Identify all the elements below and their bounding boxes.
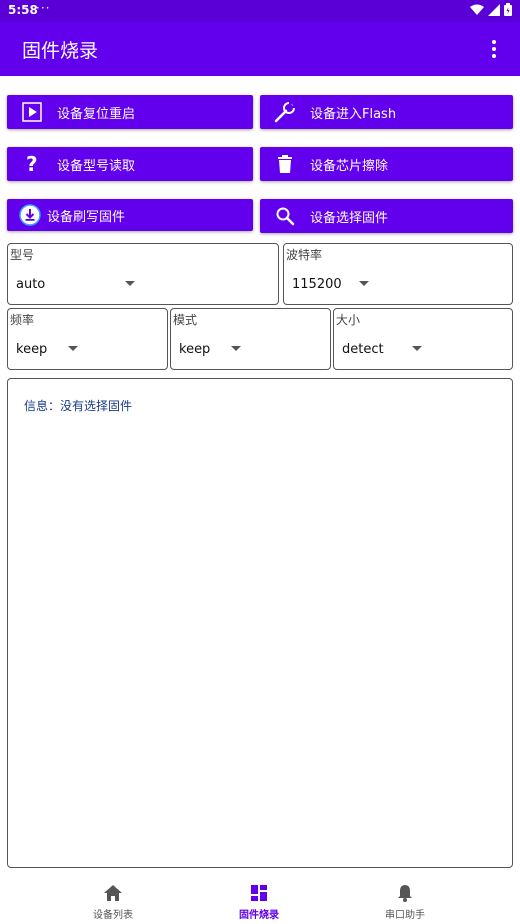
chevron-down-icon [125,281,135,286]
battery-icon [504,3,512,16]
wifi-icon [470,4,484,15]
chevron-down-icon [359,281,369,286]
status-time: 5:58 [8,3,38,17]
reset-device-button[interactable]: 设备复位重启 [7,95,253,129]
question-icon: ? [21,153,43,175]
size-select[interactable]: 大小 detect [333,308,513,370]
chevron-down-icon [68,346,78,351]
info-log-area[interactable]: 信息：没有选择固件 [7,378,513,868]
model-value: auto [16,277,46,292]
select-firmware-button[interactable]: 设备选择固件 [260,199,513,233]
nav-item-serial-assistant[interactable]: 串口助手 [345,876,465,924]
enter-flash-button[interactable]: 设备进入Flash [260,95,513,129]
chevron-down-icon [231,346,241,351]
nav-label: 串口助手 [385,910,425,921]
model-select[interactable]: 型号 auto [7,243,279,305]
search-icon [274,205,296,227]
frequency-select[interactable]: 频率 keep [7,308,168,370]
page-title: 固件烧录 [22,40,99,62]
overflow-menu-icon[interactable] [484,38,504,62]
reset-device-label: 设备复位重启 [57,106,136,122]
chevron-down-icon [412,346,422,351]
size-label: 大小 [336,313,361,327]
play-icon [21,101,43,123]
frequency-label: 频率 [10,313,35,327]
bottom-navigation: 设备列表 固件烧录 串口助手 [0,876,520,924]
info-message: 信息：没有选择固件 [24,399,133,413]
mode-value: keep [179,342,211,357]
status-notification-dots: ··· [36,1,51,15]
wrench-icon [274,101,296,123]
nav-item-device-list[interactable]: 设备列表 [53,876,173,924]
mode-label: 模式 [173,313,198,327]
baud-rate-select[interactable]: 波特率 115200 [283,243,513,305]
status-icons [470,3,512,16]
read-model-label: 设备型号读取 [57,158,136,174]
status-bar: 5:58 ··· [0,0,520,22]
erase-chip-button[interactable]: 设备芯片擦除 [260,147,513,181]
signal-icon [488,3,500,16]
nav-label: 设备列表 [93,910,133,921]
flash-firmware-label: 设备刷写固件 [47,209,126,225]
app-bar: 固件烧录 [0,22,520,76]
read-model-button[interactable]: ? 设备型号读取 [7,147,253,181]
mode-select[interactable]: 模式 keep [170,308,331,370]
baud-rate-label: 波特率 [286,248,323,262]
dashboard-icon [251,885,267,901]
model-label: 型号 [10,248,35,262]
svg-text:?: ? [26,153,38,175]
flash-firmware-button[interactable]: 设备刷写固件 [7,199,253,231]
enter-flash-label: 设备进入Flash [310,106,397,122]
trash-icon [274,153,296,175]
frequency-value: keep [16,342,48,357]
nav-label: 固件烧录 [239,910,279,921]
bell-icon [398,885,412,902]
nav-item-firmware-flash[interactable]: 固件烧录 [199,876,319,924]
erase-chip-label: 设备芯片擦除 [310,158,389,174]
select-firmware-label: 设备选择固件 [310,210,389,226]
baud-rate-value: 115200 [292,277,342,292]
download-icon [19,204,41,226]
home-icon [104,885,122,901]
size-value: detect [342,342,384,357]
